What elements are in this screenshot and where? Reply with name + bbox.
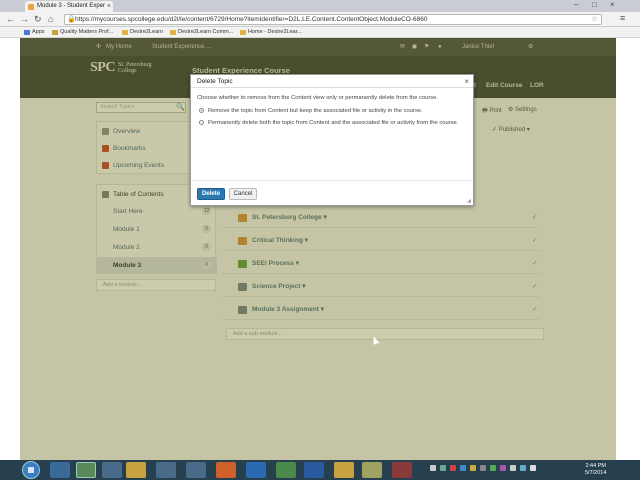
taskbar-app-icon[interactable] <box>362 462 382 478</box>
option-permanently-delete[interactable]: Permanently delete both the topic from C… <box>199 119 463 127</box>
browser-menu-icon[interactable]: ≡ <box>620 13 625 23</box>
tray-icon[interactable] <box>449 465 456 471</box>
browser-tab-bar: Module 3 - Student Exper × – □ × <box>0 0 640 12</box>
taskbar-chrome-icon[interactable] <box>76 462 96 478</box>
star-icon <box>240 30 246 35</box>
browser-tab[interactable]: Module 3 - Student Exper × <box>25 1 113 12</box>
delete-button[interactable]: Delete <box>197 188 225 200</box>
taskbar-folder-icon[interactable] <box>126 462 146 478</box>
dialog-instruction: Choose whether to remove from the Conten… <box>197 95 439 101</box>
windows-taskbar: 2:44 PM 5/7/2014 <box>0 460 640 480</box>
close-window-icon[interactable]: × <box>610 0 615 10</box>
radio-permanently-delete[interactable] <box>199 120 204 125</box>
star-icon <box>170 30 176 35</box>
minimize-icon[interactable]: – <box>574 0 578 10</box>
taskbar-word-icon[interactable] <box>304 462 324 478</box>
tray-icon[interactable] <box>430 465 436 471</box>
bookmark-desire2learn[interactable]: Desire2Learn <box>122 27 163 38</box>
tray-icon[interactable] <box>489 465 496 471</box>
star-icon <box>122 30 128 35</box>
apps-icon <box>24 30 30 35</box>
home-icon[interactable]: ⌂ <box>48 13 53 25</box>
tray-icon[interactable] <box>499 465 506 471</box>
url-text: https://mycourses.spcollege.edu/d2l/le/c… <box>75 16 428 23</box>
bookmark-quality-matters[interactable]: Quality Matters Prof... <box>52 27 113 38</box>
taskbar-app-icon[interactable] <box>102 462 122 478</box>
taskbar-firefox-icon[interactable] <box>216 462 236 478</box>
taskbar-ie2-icon[interactable] <box>246 462 266 478</box>
tray-icon[interactable] <box>509 465 516 471</box>
system-clock[interactable]: 2:44 PM 5/7/2014 <box>585 463 606 477</box>
taskbar-app-icon[interactable] <box>276 462 296 478</box>
resize-handle-icon[interactable]: ◢ <box>467 198 471 204</box>
option-remove-keep[interactable]: Remove the topic from Content but keep t… <box>199 107 463 115</box>
tray-icon[interactable] <box>519 465 526 471</box>
taskbar-app-icon[interactable] <box>392 462 412 478</box>
start-button[interactable] <box>22 461 40 479</box>
close-icon[interactable]: × <box>464 75 469 88</box>
maximize-icon[interactable]: □ <box>592 0 597 10</box>
forward-icon[interactable]: → <box>20 13 29 25</box>
bookmark-star-icon[interactable]: ☆ <box>591 15 598 24</box>
radio-remove-keep[interactable] <box>199 108 204 113</box>
bookmarks-bar: Apps Quality Matters Prof... Desire2Lear… <box>0 27 640 38</box>
taskbar-app-icon[interactable] <box>156 462 176 478</box>
reload-icon[interactable]: ↻ <box>34 13 42 25</box>
url-input[interactable]: 🔒 https://mycourses.spcollege.edu/d2l/le… <box>64 14 602 25</box>
dialog-title: Delete Topic × <box>191 75 473 88</box>
tray-icon[interactable] <box>469 465 476 471</box>
volume-icon[interactable] <box>529 465 536 471</box>
bookmark-apps[interactable]: Apps <box>24 27 45 38</box>
taskbar-ie-icon[interactable] <box>50 462 70 478</box>
dialog-divider <box>191 180 473 181</box>
back-icon[interactable]: ← <box>6 13 15 25</box>
tray-icon[interactable] <box>479 465 486 471</box>
delete-topic-dialog: Delete Topic × Choose whether to remove … <box>190 74 474 206</box>
tray-icon[interactable] <box>459 465 466 471</box>
taskbar-app-icon[interactable] <box>186 462 206 478</box>
bookmark-desire2learn-comm[interactable]: Desire2Learn Comm... <box>170 27 233 38</box>
close-tab-icon[interactable]: × <box>107 1 111 12</box>
cancel-button[interactable]: Cancel <box>229 188 257 200</box>
folder-icon <box>52 30 58 35</box>
system-tray <box>430 465 575 475</box>
lock-icon: 🔒 <box>67 16 76 23</box>
d2l-favicon-icon <box>28 4 34 10</box>
tray-icon[interactable] <box>439 465 446 471</box>
tab-title: Module 3 - Student Exper <box>37 3 106 9</box>
taskbar-app-icon[interactable] <box>334 462 354 478</box>
bookmark-home-desire2learn[interactable]: Home - Desire2Lear... <box>240 27 302 38</box>
address-toolbar: ← → ↻ ⌂ 🔒 https://mycourses.spcollege.ed… <box>0 12 640 27</box>
